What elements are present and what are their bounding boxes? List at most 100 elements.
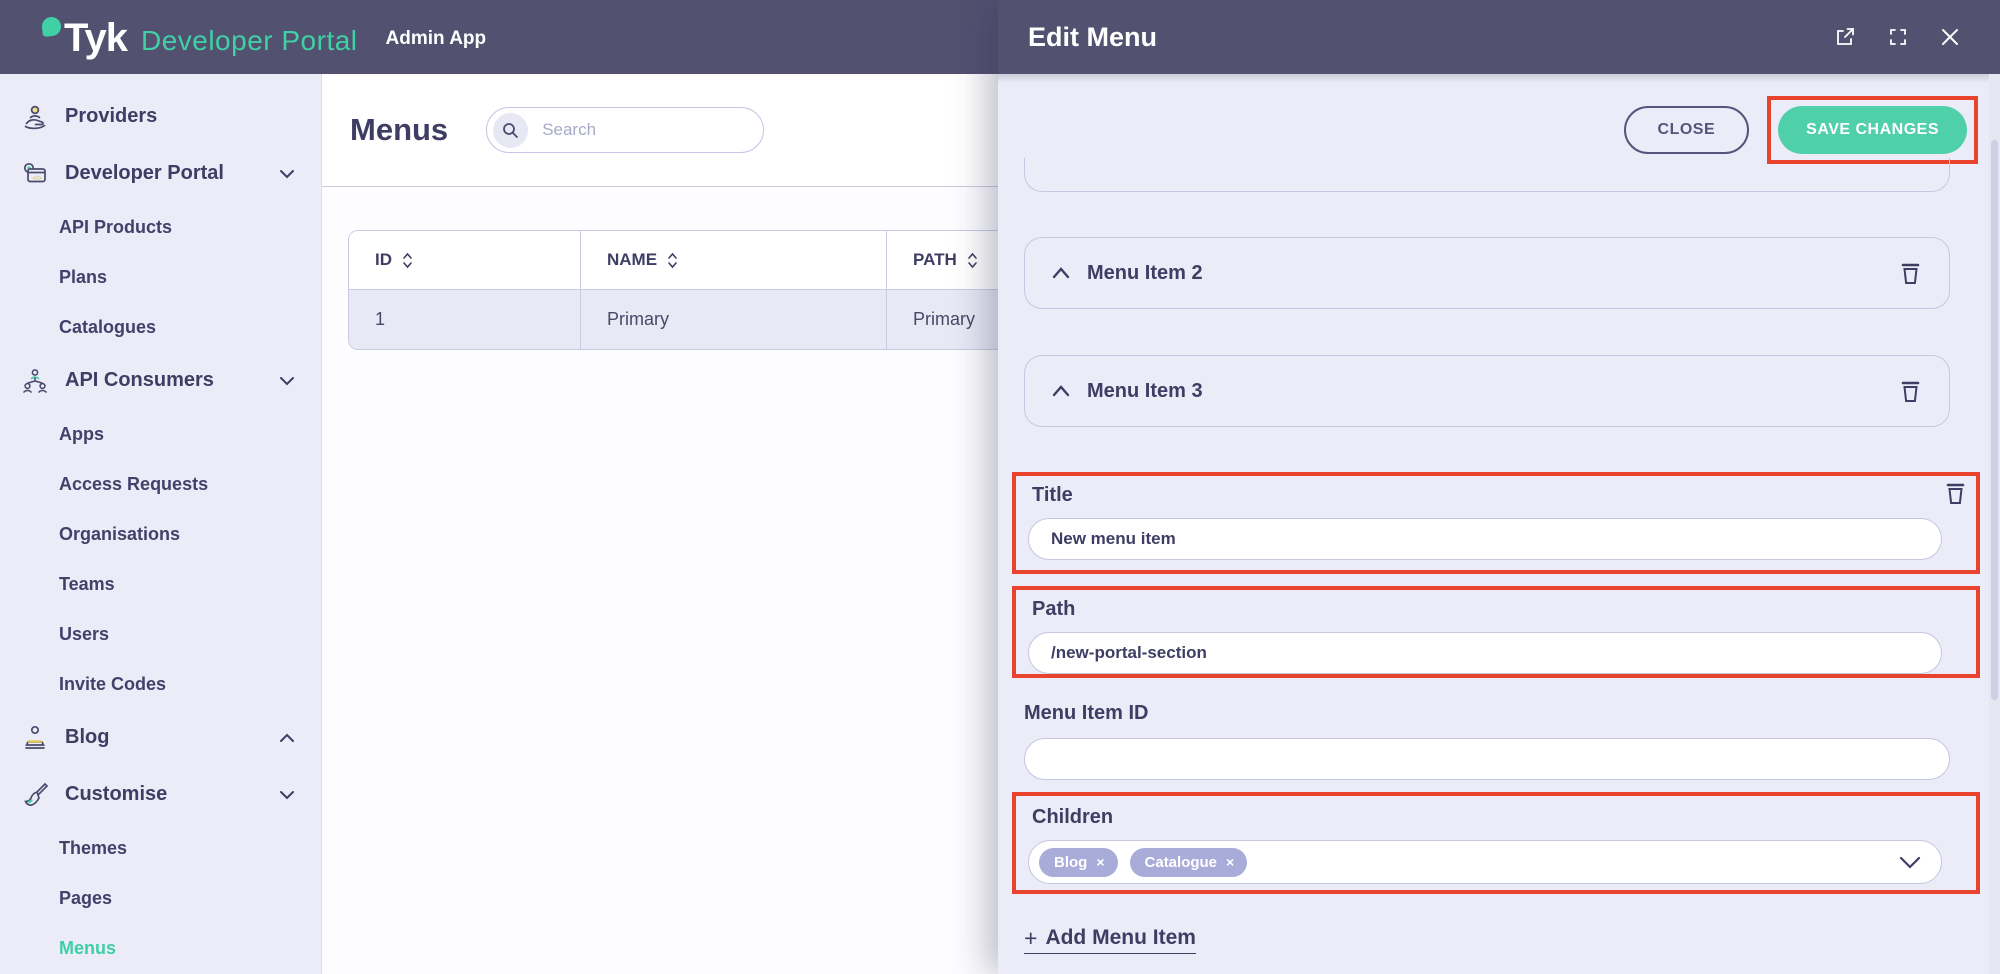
drawer-title: Edit Menu (1028, 21, 1157, 52)
sort-icon (403, 252, 412, 268)
drawer-header: Edit Menu (998, 0, 2000, 74)
remove-tag-icon[interactable]: × (1226, 855, 1234, 869)
sort-icon (668, 252, 677, 268)
sidebar-item-pages[interactable]: Pages (0, 873, 321, 923)
sidebar-item-api-products[interactable]: API Products (0, 202, 321, 252)
open-new-window-icon[interactable] (1834, 26, 1856, 48)
save-annotation-box: SAVE CHANGES (1767, 96, 1978, 164)
sidebar-item-invite-codes[interactable]: Invite Codes (0, 659, 321, 709)
sidebar-item-developer-portal[interactable]: </> Developer Portal (0, 145, 321, 202)
trash-icon[interactable] (1943, 480, 1968, 512)
sidebar-item-label: Menus (59, 937, 117, 958)
sidebar-item-providers[interactable]: Providers (0, 88, 321, 145)
close-icon[interactable] (1940, 27, 1960, 47)
scrollbar-thumb[interactable] (1991, 140, 1998, 700)
tag-blog[interactable]: Blog × (1039, 847, 1118, 877)
chevron-down-icon[interactable] (1899, 856, 1921, 869)
remove-tag-icon[interactable]: × (1096, 855, 1104, 869)
column-header-id[interactable]: ID (349, 231, 581, 289)
tag-label: Blog (1054, 853, 1088, 871)
column-label: ID (375, 250, 392, 269)
add-menu-item-label: Add Menu Item (1045, 926, 1196, 949)
close-button[interactable]: CLOSE (1623, 106, 1750, 154)
menu-item-card-partial (1024, 158, 1950, 192)
sidebar-item-customise[interactable]: Customise (0, 766, 321, 823)
drawer-scrollbar[interactable] (1989, 74, 2000, 974)
menu-item-card-label: Menu Item 3 (1087, 379, 1203, 402)
page-title: Menus (350, 112, 449, 147)
column-label: PATH (913, 250, 957, 269)
tyk-leaf-icon (41, 15, 62, 37)
plus-icon: + (1024, 924, 1038, 951)
sidebar: Providers </> Developer Portal API Produ… (0, 74, 322, 974)
trash-icon[interactable] (1898, 260, 1923, 287)
sidebar-item-label: Teams (59, 573, 115, 594)
drawer-body: CLOSE SAVE CHANGES Menu Item 2 Menu Item… (998, 74, 2000, 974)
sidebar-item-label: Catalogues (59, 316, 157, 337)
api-consumers-icon (23, 368, 47, 393)
menu-item-card[interactable]: Menu Item 2 (1024, 237, 1950, 309)
chevron-down-icon (280, 169, 294, 178)
sidebar-item-label: Apps (59, 423, 104, 444)
customise-icon (24, 782, 49, 806)
svg-text:</>: </> (33, 175, 43, 182)
column-label: NAME (607, 250, 658, 269)
title-field-group: Title (1012, 472, 1980, 574)
sidebar-item-label: Themes (59, 837, 128, 858)
sidebar-item-label: Developer Portal (65, 162, 224, 184)
path-field-group: Path (1012, 586, 1980, 678)
search-field[interactable] (540, 119, 750, 141)
sidebar-item-blog[interactable]: Blog (0, 709, 321, 766)
blog-icon (25, 725, 45, 749)
path-input[interactable] (1028, 632, 1942, 674)
sidebar-item-label: Users (59, 623, 110, 644)
sidebar-item-teams[interactable]: Teams (0, 559, 321, 609)
sidebar-item-apps[interactable]: Apps (0, 409, 321, 459)
path-label: Path (1032, 598, 1076, 620)
sidebar-item-label: Plans (59, 266, 108, 287)
sidebar-item-menus[interactable]: Menus (0, 923, 321, 973)
cell-name: Primary (581, 290, 887, 349)
brand-text: Tyk (64, 15, 128, 60)
menu-item-card-label: Menu Item 2 (1087, 261, 1203, 284)
product-name: Developer Portal (140, 25, 358, 57)
children-field-group: Children Blog × Catalogue × (1012, 792, 1980, 894)
developer-portal-icon: </> (23, 162, 46, 182)
sidebar-item-label: Invite Codes (59, 673, 167, 694)
sidebar-item-access-requests[interactable]: Access Requests (0, 459, 321, 509)
sidebar-item-catalogues[interactable]: Catalogues (0, 302, 321, 352)
sidebar-item-label: Organisations (59, 523, 181, 544)
sidebar-item-label: API Consumers (65, 369, 214, 391)
children-select[interactable]: Blog × Catalogue × (1028, 840, 1942, 884)
drawer-top-shadow (998, 74, 2000, 83)
collapse-chevron-icon[interactable] (1051, 385, 1071, 397)
sidebar-item-label: Customise (65, 783, 168, 805)
fullscreen-icon[interactable] (1888, 27, 1908, 47)
add-menu-item-button[interactable]: + Add Menu Item (1024, 926, 1196, 954)
sidebar-item-plans[interactable]: Plans (0, 252, 321, 302)
menu-item-id-input[interactable] (1024, 738, 1950, 780)
sidebar-item-themes[interactable]: Themes (0, 823, 321, 873)
sidebar-item-organisations[interactable]: Organisations (0, 509, 321, 559)
app-name: Admin App (385, 28, 487, 49)
column-header-name[interactable]: NAME (581, 231, 887, 289)
sidebar-item-users[interactable]: Users (0, 609, 321, 659)
title-label: Title (1032, 484, 1073, 506)
edit-menu-drawer: Edit Menu CLOSE SAVE CHANGES Menu Item 2… (998, 0, 2000, 974)
chevron-down-icon (280, 376, 294, 385)
drawer-actions: CLOSE SAVE CHANGES (1623, 96, 1978, 164)
providers-icon (24, 105, 46, 129)
title-input[interactable] (1028, 518, 1942, 560)
sidebar-item-api-consumers[interactable]: API Consumers (0, 352, 321, 409)
save-changes-button[interactable]: SAVE CHANGES (1778, 106, 1967, 154)
sidebar-item-label: Access Requests (59, 473, 209, 494)
sidebar-item-label: API Products (59, 216, 173, 237)
menu-item-card[interactable]: Menu Item 3 (1024, 355, 1950, 427)
trash-icon[interactable] (1898, 378, 1923, 405)
children-label: Children (1032, 806, 1114, 828)
tyk-logo[interactable]: Tyk Developer Portal (41, 15, 358, 60)
sort-icon (967, 252, 977, 268)
tag-catalogue[interactable]: Catalogue × (1129, 847, 1248, 877)
search-input[interactable] (486, 107, 765, 153)
collapse-chevron-icon[interactable] (1051, 267, 1071, 279)
